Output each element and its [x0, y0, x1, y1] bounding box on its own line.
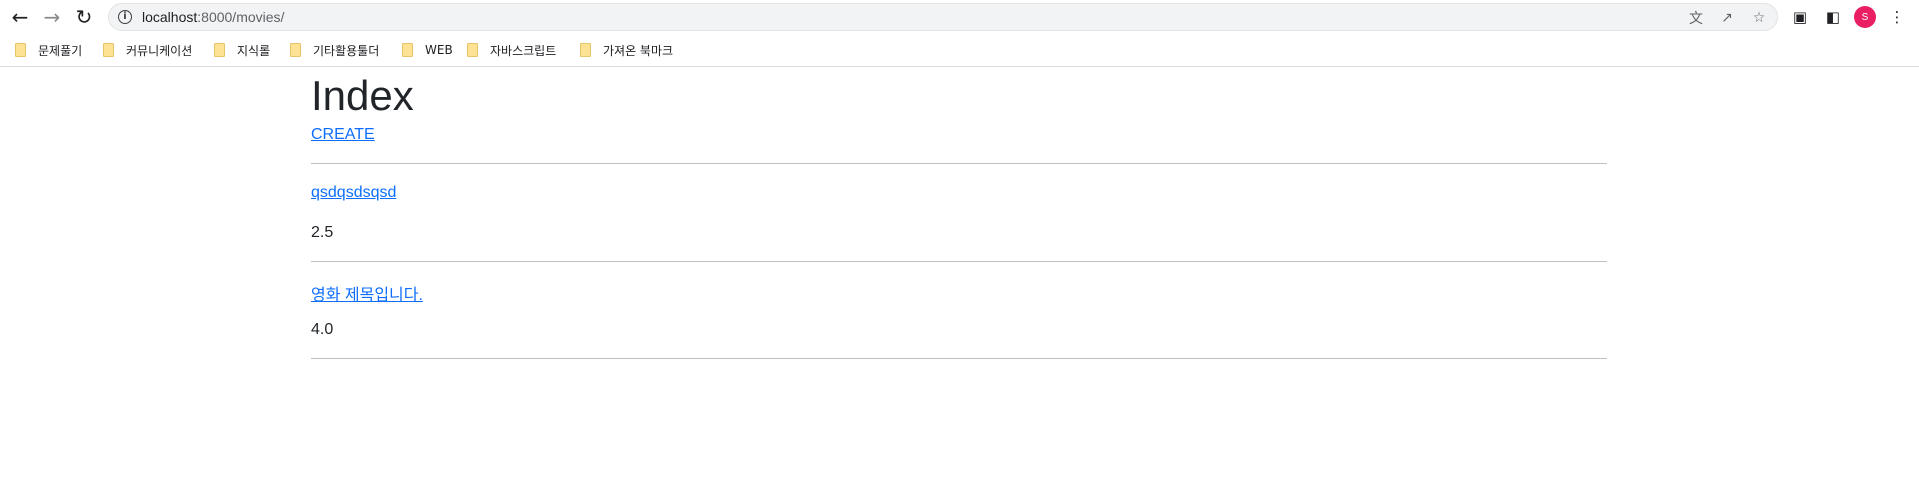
bookmark-folder[interactable]: 지식롤: [214, 41, 270, 59]
back-arrow-icon[interactable]: ←: [8, 5, 32, 29]
address-url[interactable]: localhost:8000/movies/: [142, 9, 284, 25]
movie-title-link[interactable]: 영화 제목입니다.: [311, 281, 423, 305]
share-icon[interactable]: ↗: [1717, 8, 1737, 28]
folder-icon: [214, 43, 225, 57]
url-path: :8000/movies/: [197, 9, 285, 25]
bookmark-label: 가져온 북마크: [603, 43, 674, 58]
folder-icon: [15, 43, 26, 57]
url-host: localhost: [142, 9, 198, 25]
divider: [311, 261, 1607, 262]
bookmark-folder[interactable]: WEB: [402, 41, 453, 59]
bookmark-label: 커뮤니케이션: [126, 43, 193, 58]
bookmark-star-icon[interactable]: ☆: [1749, 8, 1769, 28]
bookmark-folder[interactable]: 기타활용툴더: [290, 41, 379, 59]
side-panel-icon[interactable]: ◧: [1821, 5, 1845, 29]
movie-score: 2.5: [311, 224, 334, 241]
bookmark-label: 문제풀기: [38, 43, 83, 58]
more-menu-icon[interactable]: ⋮: [1885, 5, 1909, 29]
bookmark-folder[interactable]: 가져온 북마크: [580, 41, 673, 59]
divider: [311, 163, 1607, 164]
bookmark-label: WEB: [425, 43, 453, 57]
folder-icon: [580, 43, 591, 57]
bookmarks-bar: 문제풀기 커뮤니케이션 지식롤 기타활용툴더 WEB 자바스크립트 가져온 북마…: [0, 34, 1919, 67]
folder-icon: [103, 43, 114, 57]
bookmark-label: 자바스크립트: [490, 43, 557, 58]
reload-icon[interactable]: ↻: [72, 5, 96, 29]
movie-score: 4.0: [311, 321, 334, 338]
bookmark-folder[interactable]: 커뮤니케이션: [103, 41, 192, 59]
profile-avatar[interactable]: S: [1854, 6, 1876, 28]
folder-icon: [290, 43, 301, 57]
address-bar[interactable]: i localhost:8000/movies/ 文 ↗ ☆: [108, 3, 1778, 31]
bookmark-label: 지식롤: [237, 43, 271, 58]
extensions-puzzle-icon[interactable]: ▣: [1788, 5, 1812, 29]
page-title: Index: [311, 72, 414, 119]
movie-title-link[interactable]: qsdqsdsqsd: [311, 184, 396, 202]
create-link[interactable]: CREATE: [311, 126, 375, 144]
translate-icon[interactable]: 文: [1686, 8, 1706, 28]
browser-toolbar: ← → ↻ i localhost:8000/movies/ 文 ↗ ☆ ▣ ◧…: [0, 0, 1919, 34]
folder-icon: [402, 43, 413, 57]
divider: [311, 358, 1607, 359]
bookmark-label: 기타활용툴더: [313, 43, 380, 58]
folder-icon: [467, 43, 478, 57]
site-info-icon[interactable]: i: [118, 10, 132, 24]
forward-arrow-icon[interactable]: →: [40, 5, 64, 29]
bookmark-folder[interactable]: 자바스크립트: [467, 41, 556, 59]
bookmark-folder[interactable]: 문제풀기: [15, 41, 82, 59]
